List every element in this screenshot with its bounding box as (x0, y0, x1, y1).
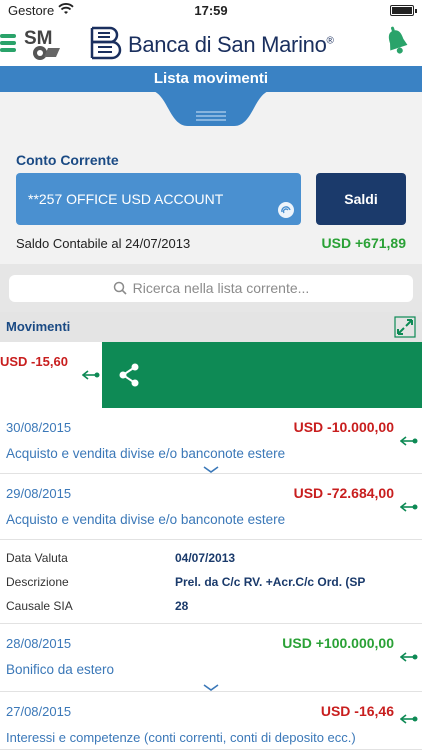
saldi-button[interactable]: Saldi (316, 173, 406, 225)
battery-icon (390, 5, 417, 16)
data-valuta-label: Data Valuta (6, 551, 68, 565)
balance-label: Saldo Contabile al 24/07/2013 (16, 236, 191, 251)
movement-date: 27/08/2015 (6, 704, 72, 719)
movements-title: Movimenti (6, 319, 71, 334)
movement-amount: USD -10.000,00 (293, 419, 394, 435)
causale-label: Causale SIA (6, 599, 73, 613)
menu-icon[interactable] (0, 32, 16, 54)
movement-date: 29/08/2015 (6, 486, 72, 501)
panel-toggle-tab[interactable] (148, 90, 274, 128)
movement-details: Data Valuta 04/07/2013 Descrizione Prel.… (0, 540, 422, 624)
movement-amount: USD -72.684,00 (293, 485, 394, 501)
account-selected-value: **257 OFFICE USD ACCOUNT (28, 191, 224, 207)
movement-date: 28/08/2015 (6, 636, 72, 651)
expand-icon[interactable] (394, 316, 416, 338)
app-header: SM Banca di San Marino® (0, 22, 422, 66)
movement-row[interactable]: 29/08/2015 USD -72.684,00 Acquisto e ven… (0, 474, 422, 540)
movements-header: Movimenti (0, 312, 422, 342)
descrizione-value: Prel. da C/c RV. +Acr.C/c Ord. (SP (175, 575, 366, 589)
movement-description: Bonifico da estero (6, 662, 115, 677)
balance-amount: USD +671,89 (321, 235, 406, 251)
bank-name: Banca di San Marino® (128, 32, 334, 57)
movement-description: Interessi e competenze (conti correnti, … (6, 730, 356, 745)
share-icon (119, 363, 139, 387)
search-placeholder: Ricerca nella lista corrente... (132, 280, 310, 296)
fingerprint-icon (278, 202, 294, 218)
causale-value: 28 (175, 599, 189, 613)
swipe-arrow-icon (400, 714, 418, 724)
swipe-arrow-icon (400, 436, 418, 446)
account-label: Conto Corrente (16, 152, 119, 168)
share-action-button[interactable] (102, 342, 422, 408)
page-title: Lista movimenti (0, 66, 422, 92)
search-panel: Ricerca nella lista corrente... (0, 264, 422, 312)
movement-row[interactable]: 27/08/2015 USD -16,46 Interessi e compet… (0, 692, 422, 750)
movement-description: Acquisto e vendita divise e/o banconote … (6, 512, 286, 527)
chevron-down-icon[interactable] (202, 466, 220, 474)
swipe-arrow-icon (82, 370, 100, 380)
bank-logo (90, 26, 122, 60)
svg-text:SM: SM (24, 28, 53, 49)
data-valuta-value: 04/07/2013 (175, 551, 236, 565)
swipe-arrow-icon (400, 652, 418, 662)
swipe-arrow-icon (400, 502, 418, 512)
search-icon (113, 281, 127, 295)
status-time: 17:59 (194, 3, 228, 18)
swiped-amount: USD -15,60 (0, 354, 68, 369)
movement-amount: USD +100.000,00 (282, 635, 394, 651)
sm-logo: SM (24, 28, 60, 60)
descrizione-label: Descrizione (6, 575, 69, 589)
movement-row[interactable]: 28/08/2015 USD +100.000,00 Bonifico da e… (0, 624, 422, 692)
movement-amount: USD -16,46 (320, 703, 394, 719)
status-bar: Gestore 17:59 (0, 0, 422, 22)
movement-row[interactable]: 30/08/2015 USD -10.000,00 Acquisto e ven… (0, 408, 422, 474)
bell-icon[interactable] (382, 24, 412, 60)
movement-date: 30/08/2015 (6, 420, 72, 435)
swiped-movement-row[interactable]: USD -15,60 (0, 342, 422, 408)
account-select[interactable]: **257 OFFICE USD ACCOUNT (16, 173, 301, 225)
search-input[interactable]: Ricerca nella lista corrente... (9, 275, 413, 302)
chevron-down-icon[interactable] (202, 684, 220, 692)
movement-description: Acquisto e vendita divise e/o banconote … (6, 446, 286, 461)
